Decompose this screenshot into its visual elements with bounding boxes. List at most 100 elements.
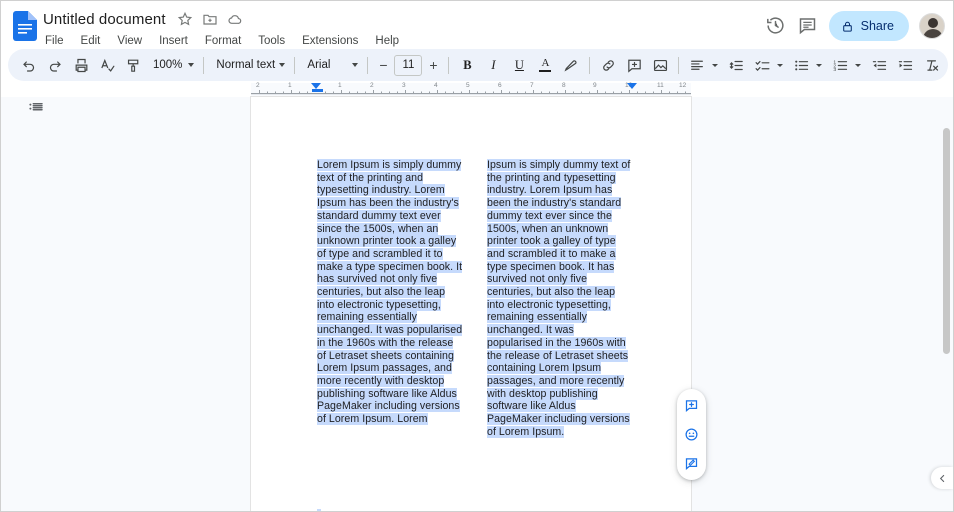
menu-item-help[interactable]: Help [373, 34, 401, 48]
bold-label: B [463, 57, 472, 72]
horizontal-ruler[interactable]: 2 1 1 2 3 4 5 6 7 8 9 10 11 12 [251, 82, 691, 97]
comment-history-icon[interactable] [797, 15, 819, 37]
bulleted-list-icon[interactable] [788, 52, 814, 78]
underline-button[interactable]: U [506, 52, 532, 78]
menu-item-extensions[interactable]: Extensions [300, 34, 360, 48]
ruler-mark: 1 [338, 82, 342, 89]
left-indent-marker[interactable] [311, 89, 323, 92]
checklist-icon[interactable] [749, 52, 775, 78]
column-2-text: Ipsum is simply dummy text of the printi… [487, 159, 631, 438]
column-1[interactable]: Lorem Ipsum is simply dummy text of the … [317, 159, 465, 426]
text-color-button[interactable]: A [532, 52, 558, 78]
ruler-mark: 11 [657, 82, 664, 89]
title-bar: Untitled document File Edit View Insert … [1, 1, 953, 50]
highlight-color-icon[interactable] [558, 52, 584, 78]
undo-button[interactable] [16, 52, 42, 78]
star-icon[interactable] [177, 11, 193, 27]
add-comment-button[interactable] [680, 394, 703, 417]
ruler-mark: 6 [498, 82, 502, 89]
ruler-mark: 5 [466, 82, 470, 89]
lock-icon [841, 20, 854, 33]
chevron-down-icon [279, 63, 286, 67]
title-bar-actions: Share [765, 10, 945, 42]
chevron-down-icon[interactable] [777, 63, 784, 67]
toolbar-divider [678, 56, 680, 74]
formatting-toolbar: 100% Normal text Arial − 11 + B I U A 1 … [8, 49, 948, 81]
page-columns: Lorem Ipsum is simply dummy text of the … [251, 97, 691, 511]
ruler-mark: 2 [370, 82, 374, 89]
paragraph-style-value: Normal text [216, 59, 276, 71]
suggest-edit-button[interactable] [680, 452, 703, 475]
svg-text:3: 3 [833, 67, 836, 73]
document-page[interactable]: Lorem Ipsum is simply dummy text of the … [251, 97, 691, 511]
menu-item-edit[interactable]: Edit [79, 34, 103, 48]
text-color-label: A [541, 56, 550, 69]
chevron-down-icon[interactable] [816, 63, 823, 67]
editing-mode-dropdown[interactable]: Editing [944, 53, 953, 78]
document-outline-icon[interactable] [27, 99, 45, 117]
floating-action-rail [677, 389, 706, 480]
zoom-value: 100% [153, 59, 183, 71]
menu-item-view[interactable]: View [115, 34, 144, 48]
ruler-mark: 3 [402, 82, 406, 89]
column-2[interactable]: Ipsum is simply dummy text of the printi… [487, 159, 632, 438]
increase-indent-icon[interactable] [892, 52, 918, 78]
text-color-swatch [539, 69, 552, 73]
ruler-mark: 8 [562, 82, 566, 89]
italic-label: I [491, 57, 496, 72]
insert-link-icon[interactable] [595, 52, 621, 78]
insert-image-icon[interactable] [647, 52, 673, 78]
font-family-value: Arial [307, 59, 331, 71]
move-folder-icon[interactable] [202, 11, 218, 27]
spellcheck-icon[interactable] [94, 52, 120, 78]
font-size-input[interactable]: 11 [394, 54, 423, 76]
bold-button[interactable]: B [454, 52, 480, 78]
column-1-text: Lorem Ipsum is simply dummy text of the … [317, 159, 463, 426]
page-title[interactable]: Untitled document [43, 11, 168, 28]
paint-format-icon[interactable] [120, 52, 146, 78]
add-comment-icon[interactable] [621, 52, 647, 78]
toolbar-divider [448, 56, 450, 74]
chevron-left-icon [939, 474, 944, 482]
title-row: Untitled document [43, 9, 401, 29]
clear-formatting-icon[interactable] [918, 52, 944, 78]
cloud-saved-icon[interactable] [227, 11, 243, 27]
collapse-panel-button[interactable] [931, 467, 953, 489]
vertical-scrollbar[interactable] [943, 128, 950, 354]
menu-item-format[interactable]: Format [203, 34, 243, 48]
right-indent-marker[interactable] [627, 83, 637, 89]
chevron-down-icon [188, 63, 195, 67]
toolbar-divider [589, 56, 591, 74]
align-button[interactable] [684, 52, 710, 78]
chevron-down-icon[interactable] [712, 63, 719, 67]
menu-bar: File Edit View Insert Format Tools Exten… [43, 32, 401, 50]
toolbar-divider [203, 56, 205, 74]
chevron-down-icon[interactable] [855, 63, 862, 67]
decrease-indent-icon[interactable] [866, 52, 892, 78]
avatar[interactable] [919, 13, 945, 39]
ruler-mark: 2 [256, 82, 260, 89]
avatar-body [923, 29, 943, 38]
toolbar-divider [367, 56, 369, 74]
decrease-font-size-button[interactable]: − [373, 54, 393, 76]
menu-item-tools[interactable]: Tools [256, 34, 287, 48]
print-button[interactable] [68, 52, 94, 78]
toolbar-divider [294, 56, 296, 74]
zoom-dropdown[interactable]: 100% [146, 53, 198, 77]
paragraph-style-dropdown[interactable]: Normal text [209, 53, 289, 77]
font-family-dropdown[interactable]: Arial [300, 53, 362, 77]
menu-item-insert[interactable]: Insert [157, 34, 190, 48]
docs-logo-icon[interactable] [13, 11, 37, 41]
italic-button[interactable]: I [480, 52, 506, 78]
underline-label: U [514, 57, 524, 72]
ruler-mark: 7 [530, 82, 534, 89]
add-reaction-button[interactable] [680, 423, 703, 446]
numbered-list-icon[interactable]: 1 2 3 [827, 52, 853, 78]
line-spacing-icon[interactable] [723, 52, 749, 78]
share-button[interactable]: Share [828, 11, 909, 41]
redo-button[interactable] [42, 52, 68, 78]
increase-font-size-button[interactable]: + [423, 54, 443, 76]
version-history-icon[interactable] [765, 15, 787, 37]
menu-item-file[interactable]: File [43, 34, 66, 48]
font-size-stepper: − 11 + [373, 54, 443, 76]
